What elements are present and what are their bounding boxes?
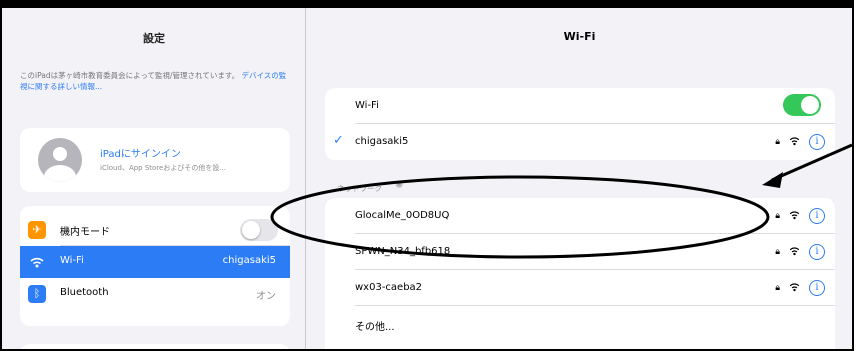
- sidebar-item-label: Bluetooth: [60, 287, 109, 298]
- sidebar-item-value: オン: [256, 291, 276, 302]
- wifi-toggle-row: Wi-Fi: [325, 88, 835, 124]
- apple-id-signin[interactable]: iPadにサインイン iCloud、App Storeおよびその他を設...: [20, 128, 290, 192]
- info-icon[interactable]: i: [809, 208, 825, 224]
- management-note: このiPadは茅ヶ崎市教育委員会によって監視/管理されています。 デバイスの監視…: [20, 70, 290, 92]
- avatar: [38, 138, 82, 182]
- lock-icon: 🔒︎: [775, 247, 780, 257]
- page-title: Wi-Fi: [563, 30, 596, 43]
- lock-icon: 🔒︎: [775, 137, 780, 147]
- signin-title: iPadにサインイン: [100, 149, 181, 160]
- checkmark-icon: ✓: [333, 133, 344, 148]
- wifi-icon: [28, 253, 46, 271]
- signin-subtitle: iCloud、App Storeおよびその他を設...: [100, 164, 227, 172]
- sidebar-item-label: 機内モード: [60, 227, 110, 238]
- connectivity-group: ✈ 機内モード Wi-Fi chigasaki5 ᛒ Bluetooth オン: [20, 206, 290, 326]
- wifi-toggle[interactable]: [783, 94, 821, 116]
- network-name: GlocalMe_0OD8UQ: [355, 210, 450, 221]
- network-row[interactable]: wx03-caeba2 🔒︎ i: [325, 270, 835, 306]
- info-icon[interactable]: i: [809, 134, 825, 150]
- airplane-icon: ✈: [28, 221, 46, 239]
- wifi-signal-icon: [789, 136, 800, 149]
- wifi-signal-icon: [789, 246, 800, 259]
- network-row[interactable]: SPWN_N34_bfb618 🔒︎ i: [325, 234, 835, 270]
- sidebar-item-value: chigasaki5: [222, 255, 276, 266]
- info-icon[interactable]: i: [809, 280, 825, 296]
- wifi-status-group: Wi-Fi ✓ chigasaki5 🔒︎ i: [325, 88, 835, 160]
- lock-icon: 🔒︎: [775, 283, 780, 293]
- airplane-mode-toggle[interactable]: [240, 219, 278, 241]
- bluetooth-icon: ᛒ: [28, 285, 46, 303]
- sidebar-title: 設定: [143, 32, 165, 45]
- settings-sidebar: 設定 このiPadは茅ヶ崎市教育委員会によって監視/管理されています。 デバイス…: [2, 8, 306, 351]
- next-settings-group[interactable]: [20, 344, 290, 351]
- wifi-toggle-label: Wi-Fi: [355, 100, 379, 111]
- networks-list: GlocalMe_0OD8UQ 🔒︎ i SPWN_N34_bfb618 🔒︎ …: [325, 198, 835, 351]
- connected-network-name: chigasaki5: [355, 136, 409, 147]
- sidebar-item-label: Wi-Fi: [60, 255, 84, 266]
- other-network-label: その他...: [355, 322, 395, 333]
- networks-header: ネットワーク: [337, 184, 382, 193]
- other-network-row[interactable]: その他...: [325, 306, 835, 342]
- network-name: wx03-caeba2: [355, 282, 423, 293]
- management-note-text: このiPadは茅ヶ崎市教育委員会によって監視/管理されています。: [20, 71, 240, 80]
- info-icon[interactable]: i: [809, 244, 825, 260]
- loading-spinner-icon: ✺: [395, 180, 404, 191]
- wifi-signal-icon: [789, 210, 800, 223]
- wifi-settings-pane: Wi-Fi Wi-Fi ✓ chigasaki5 🔒︎ i ネットワーク ✺ G…: [307, 8, 852, 351]
- wifi-signal-icon: [789, 282, 800, 295]
- network-name: SPWN_N34_bfb618: [355, 246, 451, 257]
- sidebar-item-airplane-mode[interactable]: ✈ 機内モード: [20, 214, 290, 246]
- sidebar-item-bluetooth[interactable]: ᛒ Bluetooth オン: [20, 278, 290, 310]
- sidebar-item-wifi[interactable]: Wi-Fi chigasaki5: [20, 246, 290, 278]
- lock-icon: 🔒︎: [775, 211, 780, 221]
- network-row[interactable]: GlocalMe_0OD8UQ 🔒︎ i: [325, 198, 835, 234]
- connected-network-row[interactable]: ✓ chigasaki5 🔒︎ i: [325, 124, 835, 160]
